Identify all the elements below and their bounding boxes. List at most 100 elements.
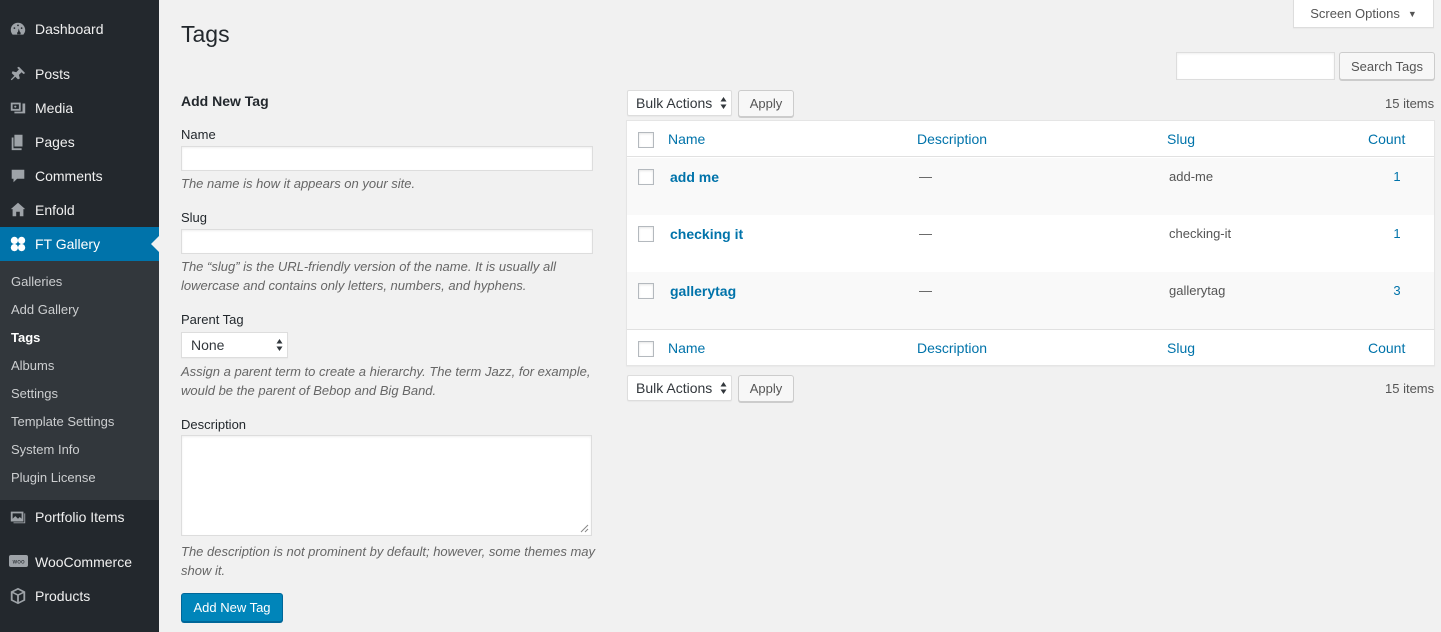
name-help: The name is how it appears on your site.: [181, 176, 416, 191]
column-header-description[interactable]: Description: [917, 131, 987, 147]
tag-name-link[interactable]: gallerytag: [670, 283, 736, 299]
column-header-slug[interactable]: Slug: [1167, 131, 1195, 147]
comment-icon: [7, 166, 29, 186]
row-checkbox[interactable]: [638, 283, 654, 299]
tag-count-link[interactable]: 3: [1387, 283, 1407, 298]
menu-item-woocommerce[interactable]: woo WooCommerce: [0, 545, 159, 579]
slug-label: Slug: [181, 210, 208, 225]
ft-gallery-submenu: Galleries Add Gallery Tags Albums Settin…: [0, 261, 159, 500]
column-header-count[interactable]: Count: [1368, 131, 1405, 147]
submenu-item-albums[interactable]: Albums: [11, 356, 54, 376]
apply-label: Apply: [749, 381, 783, 396]
menu-item-ft-gallery[interactable]: FT Gallery: [0, 227, 159, 261]
screen-options-label: Screen Options: [1310, 6, 1400, 21]
menu-label: Products: [35, 588, 91, 604]
select-all-checkbox-footer[interactable]: [638, 341, 654, 357]
menu-label: FT Gallery: [35, 236, 101, 252]
svg-text:woo: woo: [12, 559, 25, 566]
description-label: Description: [181, 417, 247, 432]
items-count-top: 15 items: [1385, 96, 1435, 111]
column-header-name[interactable]: Name: [668, 131, 705, 147]
page-title: Tags: [181, 21, 230, 47]
row-checkbox[interactable]: [638, 226, 654, 242]
woocommerce-icon: woo: [7, 552, 29, 572]
bulk-actions-label: Bulk Actions: [636, 380, 713, 396]
menu-label: Pages: [35, 134, 75, 150]
menu-item-products[interactable]: Products: [0, 579, 159, 613]
menu-item-portfolio-items[interactable]: Portfolio Items: [0, 500, 159, 534]
name-input[interactable]: [181, 146, 593, 171]
caret-down-icon: ▼: [1407, 8, 1417, 19]
description-textarea[interactable]: [181, 435, 592, 536]
pin-icon: [7, 64, 29, 84]
media-icon: [7, 98, 29, 118]
menu-label: Enfold: [35, 202, 75, 218]
parent-tag-help: Assign a parent term to create a hierarc…: [181, 364, 591, 398]
select-all-checkbox[interactable]: [638, 132, 654, 148]
menu-label: Posts: [35, 66, 71, 82]
add-new-tag-label: Add New Tag: [193, 600, 271, 615]
select-arrows-icon: [276, 339, 283, 351]
table-row: add me — add-me 1: [627, 158, 1434, 215]
row-checkbox[interactable]: [638, 169, 654, 185]
gallery-icon: [7, 234, 29, 254]
tag-count-link[interactable]: 1: [1387, 226, 1407, 241]
submenu-item-settings[interactable]: Settings: [11, 384, 58, 404]
search-tags-button[interactable]: Search Tags: [1339, 52, 1435, 80]
tag-slug: checking-it: [1169, 226, 1232, 241]
tag-description: —: [919, 226, 932, 241]
screen-options-button[interactable]: Screen Options ▼: [1293, 0, 1434, 28]
tags-table: Name Description Slug Count add me — add…: [626, 120, 1435, 366]
menu-item-pages[interactable]: Pages: [0, 125, 159, 159]
tag-slug: gallerytag: [1169, 283, 1226, 298]
table-row: gallerytag — gallerytag 3: [627, 272, 1434, 329]
column-footer-name[interactable]: Name: [668, 340, 705, 356]
submenu-item-galleries[interactable]: Galleries: [11, 272, 62, 292]
bulk-actions-select-top[interactable]: Bulk Actions: [627, 90, 732, 116]
parent-tag-selected: None: [191, 337, 225, 353]
tag-description: —: [919, 169, 932, 184]
tag-name-link[interactable]: add me: [670, 169, 719, 185]
admin-sidebar: Dashboard Posts Media Pages Comments Enf…: [0, 0, 159, 632]
search-tags-label: Search Tags: [1350, 58, 1424, 74]
parent-tag-select[interactable]: None: [181, 332, 288, 358]
search-tags-input[interactable]: [1176, 52, 1335, 80]
dashboard-icon: [7, 19, 29, 39]
tag-name-link[interactable]: checking it: [670, 226, 743, 242]
menu-item-enfold[interactable]: Enfold: [0, 193, 159, 227]
column-footer-description[interactable]: Description: [917, 340, 987, 356]
select-arrows-icon: [720, 97, 727, 109]
description-help: The description is not prominent by defa…: [181, 544, 596, 578]
submenu-item-add-gallery[interactable]: Add Gallery: [11, 300, 79, 320]
items-count-bottom: 15 items: [1385, 381, 1435, 396]
column-footer-count[interactable]: Count: [1368, 340, 1405, 356]
home-icon: [7, 200, 29, 220]
table-footer-row: Name Description Slug Count: [627, 329, 1434, 365]
tag-description: —: [919, 283, 932, 298]
bulk-actions-select-bottom[interactable]: Bulk Actions: [627, 375, 732, 401]
tag-slug: add-me: [1169, 169, 1214, 184]
apply-button-bottom[interactable]: Apply: [738, 375, 794, 402]
parent-tag-label: Parent Tag: [181, 312, 244, 327]
pages-icon: [7, 132, 29, 152]
menu-label: Media: [35, 100, 74, 116]
add-new-tag-button[interactable]: Add New Tag: [181, 593, 283, 622]
menu-item-comments[interactable]: Comments: [0, 159, 159, 193]
submenu-item-system-info[interactable]: System Info: [11, 440, 80, 460]
select-arrows-icon: [720, 382, 727, 394]
resize-grip-icon[interactable]: [580, 524, 589, 533]
menu-label: Portfolio Items: [35, 509, 125, 525]
menu-item-dashboard[interactable]: Dashboard: [0, 12, 159, 46]
tag-count-link[interactable]: 1: [1387, 169, 1407, 184]
submenu-item-tags[interactable]: Tags: [11, 328, 40, 348]
apply-button-top[interactable]: Apply: [738, 90, 794, 117]
apply-label: Apply: [749, 96, 783, 111]
menu-label: Comments: [35, 168, 103, 184]
menu-item-posts[interactable]: Posts: [0, 57, 159, 91]
menu-item-media[interactable]: Media: [0, 91, 159, 125]
column-footer-slug[interactable]: Slug: [1167, 340, 1195, 356]
submenu-item-template-settings[interactable]: Template Settings: [11, 412, 114, 432]
slug-input[interactable]: [181, 229, 593, 254]
products-icon: [7, 586, 29, 606]
submenu-item-plugin-license[interactable]: Plugin License: [11, 468, 96, 488]
